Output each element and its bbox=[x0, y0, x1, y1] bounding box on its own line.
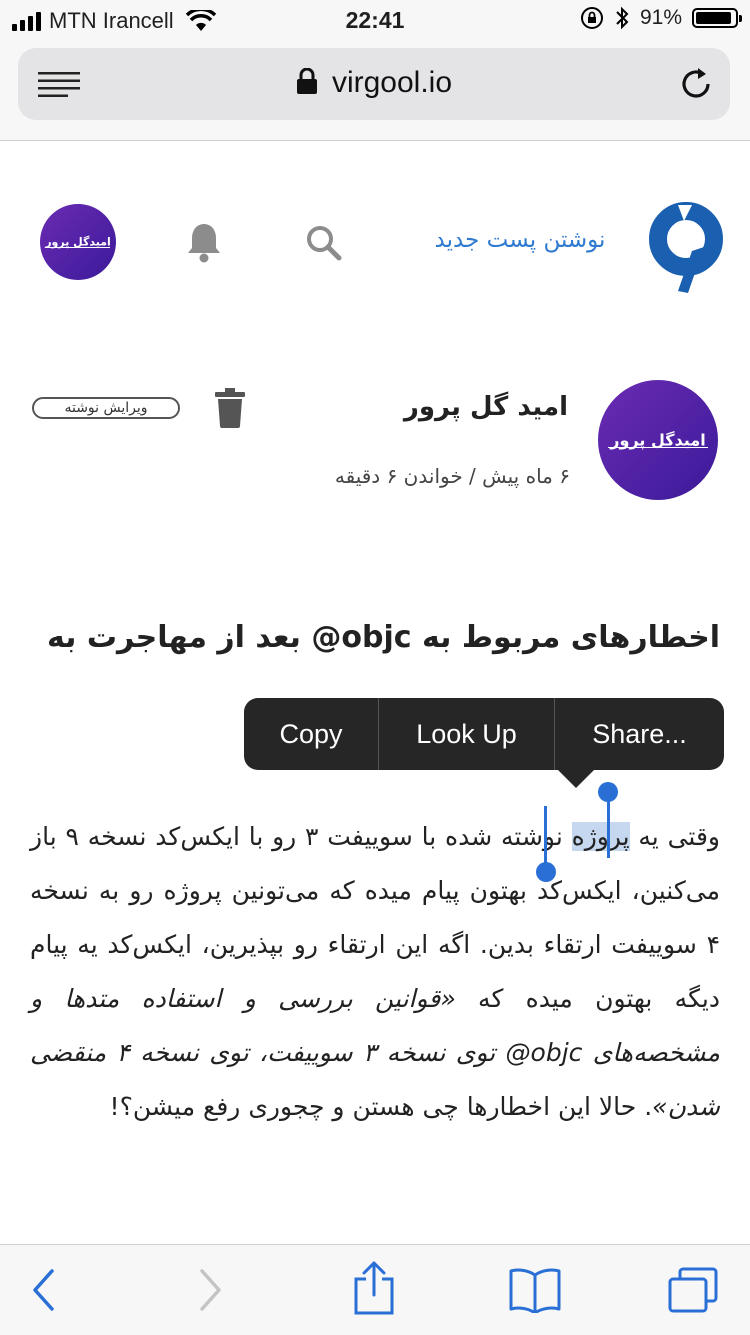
avatar-underline bbox=[46, 246, 110, 248]
battery-percentage: 91% bbox=[639, 6, 682, 29]
body-text: . حالا این اخطارها چی هستن و چجوری رفع م… bbox=[109, 1092, 653, 1121]
copy-button[interactable]: Copy bbox=[244, 698, 379, 770]
selection-caret-end bbox=[544, 806, 547, 864]
address-bar[interactable]: virgool.io bbox=[18, 48, 730, 120]
trash-icon[interactable] bbox=[214, 388, 246, 428]
selected-text[interactable]: پروژه bbox=[571, 822, 630, 851]
bookmarks-icon[interactable] bbox=[508, 1267, 562, 1313]
article-title: اخطارهای مربوط به ‎@objc‎ بعد از مهاجرت … bbox=[46, 620, 720, 655]
status-bar: MTN Irancell 22:41 91% bbox=[0, 0, 750, 44]
edit-post-button[interactable]: ویرایش نوشته bbox=[32, 397, 180, 419]
battery-level bbox=[696, 12, 731, 24]
reload-icon[interactable] bbox=[678, 66, 714, 102]
selection-handle-end[interactable] bbox=[536, 862, 556, 882]
back-icon[interactable] bbox=[30, 1267, 56, 1313]
post-meta: ۶ ماه پیش / خواندن ۶ دقیقه bbox=[334, 464, 570, 488]
menu-pointer bbox=[558, 770, 594, 788]
user-avatar[interactable]: امیدگل پرور bbox=[40, 204, 116, 280]
orientation-lock-icon bbox=[580, 7, 603, 29]
lock-icon bbox=[296, 68, 317, 94]
bluetooth-icon bbox=[616, 6, 629, 30]
bottom-toolbar bbox=[0, 1244, 750, 1335]
share-icon[interactable] bbox=[352, 1261, 396, 1315]
look-up-button[interactable]: Look Up bbox=[379, 698, 555, 770]
avatar-underline bbox=[607, 447, 709, 449]
tabs-icon[interactable] bbox=[668, 1267, 718, 1313]
selection-handle-start[interactable] bbox=[598, 782, 618, 802]
search-icon[interactable] bbox=[305, 224, 343, 262]
new-post-link[interactable]: نوشتن پست جدید bbox=[420, 227, 620, 253]
body-text: وقتی یه bbox=[629, 822, 720, 851]
notification-bell-icon[interactable] bbox=[186, 221, 222, 263]
browser-toolbar: virgool.io bbox=[0, 44, 750, 141]
virgool-logo[interactable] bbox=[648, 201, 724, 295]
text-selection-menu: Copy Look Up Share... bbox=[244, 698, 724, 770]
author-avatar[interactable]: امیدگل پرور bbox=[598, 380, 718, 500]
selection-caret-start bbox=[607, 800, 610, 858]
author-name[interactable]: امید گل پرور bbox=[300, 392, 568, 422]
site-header: نوشتن پست جدید امیدگل پرور bbox=[0, 141, 750, 341]
share-button[interactable]: Share... bbox=[555, 698, 724, 770]
url-text[interactable]: virgool.io bbox=[332, 66, 452, 99]
article-body: وقتی یه پروژه نوشته شده با سوییفت ۳ رو ب… bbox=[30, 810, 720, 1134]
battery-icon bbox=[692, 8, 742, 28]
forward-icon[interactable] bbox=[198, 1267, 224, 1313]
